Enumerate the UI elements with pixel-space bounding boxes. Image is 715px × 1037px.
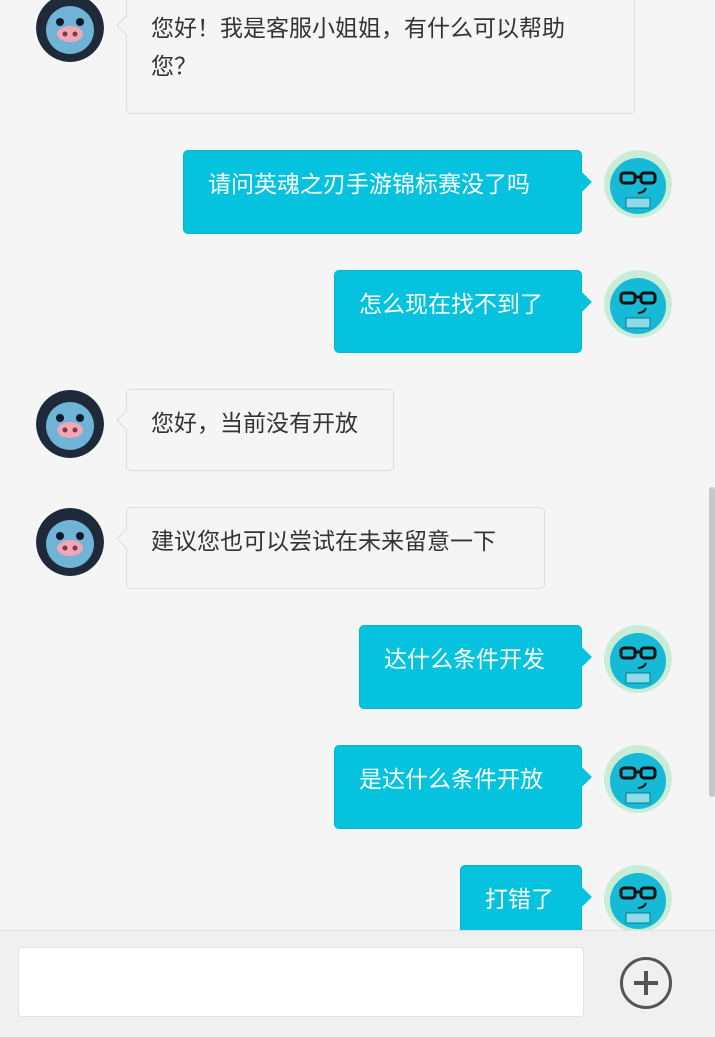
message-text: 是达什么条件开放 [359,767,543,793]
chat-area[interactable]: 您好！我是客服小姐姐，有什么可以帮助您？ 请问英魂之刃手游锦标赛没了吗 怎么现在… [0,0,715,930]
robot-glasses-avatar-icon [604,745,672,813]
user-avatar[interactable] [604,270,672,338]
user-avatar[interactable] [604,625,672,693]
message-bubble: 您好！我是客服小姐姐，有什么可以帮助您？ [126,0,635,114]
message-bubble: 达什么条件开发 [359,625,582,709]
message-text: 请问英魂之刃手游锦标赛没了吗 [208,172,530,198]
message-bubble: 请问英魂之刃手游锦标赛没了吗 [183,150,582,234]
input-bar [0,930,715,1037]
message-text: 打错了 [485,887,554,913]
robot-glasses-avatar-icon [604,625,672,693]
message-bubble: 是达什么条件开放 [334,745,582,829]
user-avatar[interactable] [604,745,672,813]
robot-glasses-avatar-icon [604,865,672,930]
robot-glasses-avatar-icon [604,270,672,338]
message-text: 您好！我是客服小姐姐，有什么可以帮助您？ [151,16,565,80]
agent-avatar[interactable] [36,508,104,576]
message-text: 怎么现在找不到了 [359,292,543,318]
plus-circle-icon[interactable] [620,957,672,1009]
agent-avatar[interactable] [36,390,104,458]
message-bubble: 打错了 [460,865,582,930]
message-bubble: 您好，当前没有开放 [126,389,394,471]
message-bubble: 建议您也可以尝试在未来留意一下 [126,507,545,589]
pig-avatar-icon [36,0,104,62]
message-bubble: 怎么现在找不到了 [334,270,582,353]
agent-avatar[interactable] [36,0,104,62]
user-avatar[interactable] [604,865,672,930]
message-text: 建议您也可以尝试在未来留意一下 [151,529,496,555]
user-avatar[interactable] [604,150,672,218]
message-text: 您好，当前没有开放 [151,411,358,437]
pig-avatar-icon [36,508,104,576]
scrollbar[interactable] [709,487,715,797]
message-input[interactable] [18,947,584,1017]
pig-avatar-icon [36,390,104,458]
robot-glasses-avatar-icon [604,150,672,218]
message-text: 达什么条件开发 [384,647,545,673]
